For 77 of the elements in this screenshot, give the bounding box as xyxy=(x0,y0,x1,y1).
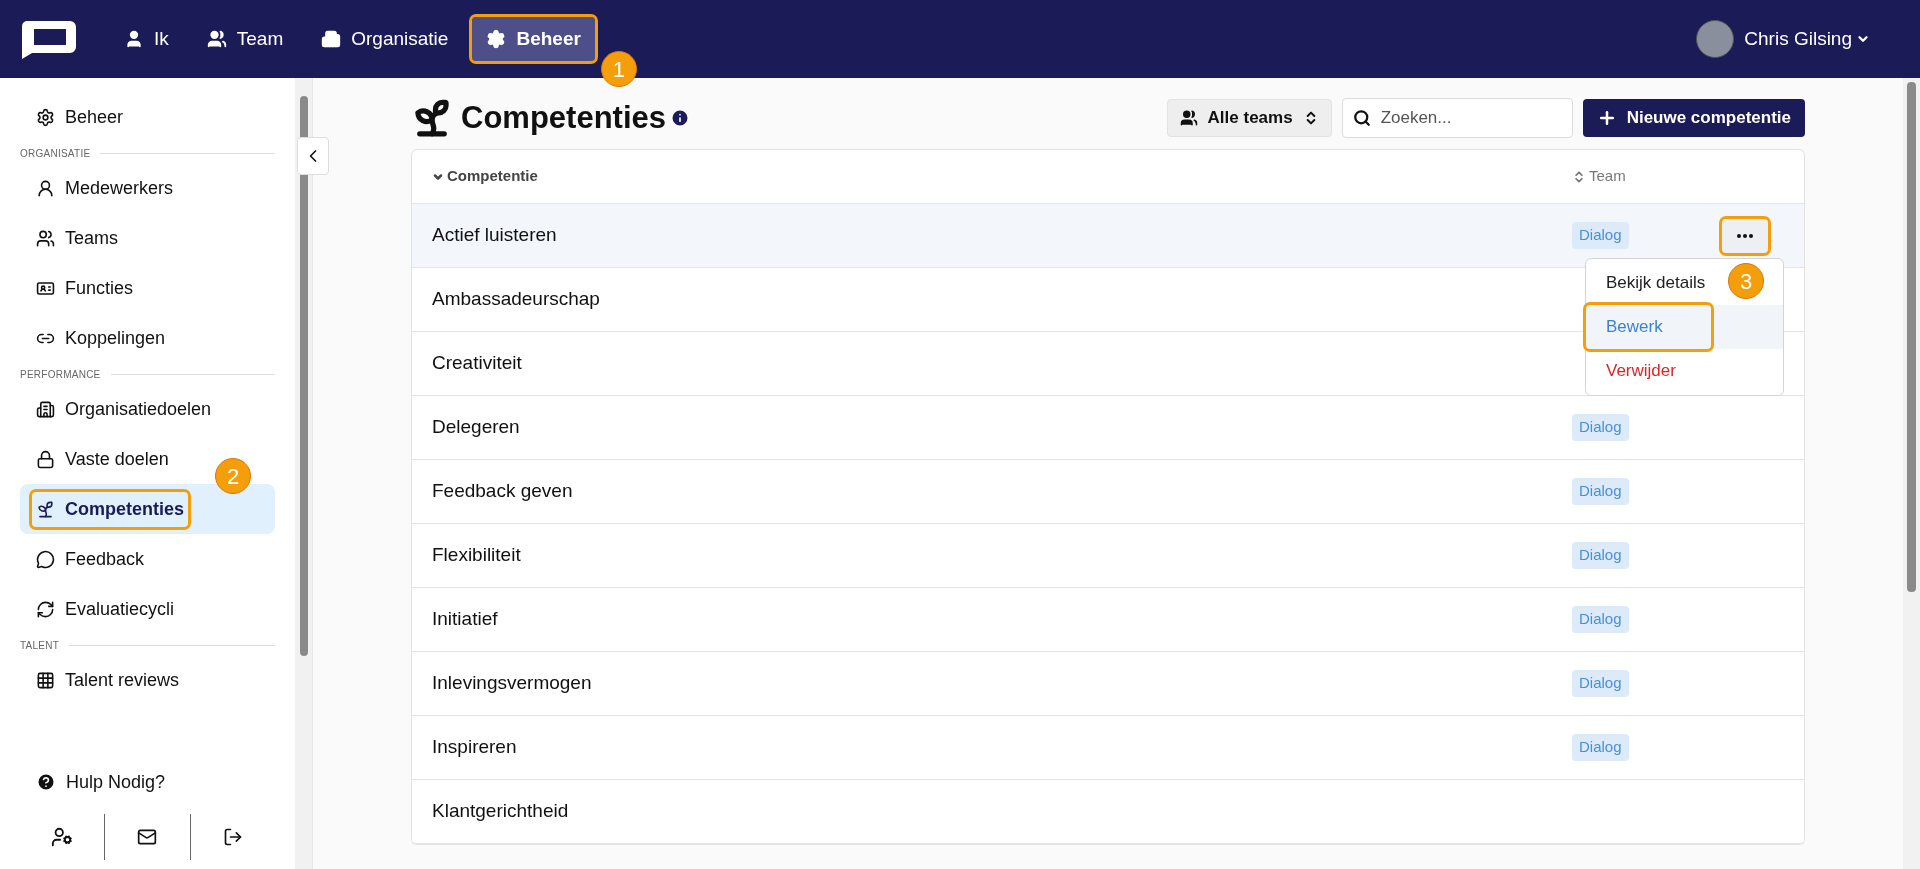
ellipsis-icon xyxy=(1737,233,1753,238)
help-icon xyxy=(36,772,56,792)
section-heading: PERFORMANCE xyxy=(20,368,101,382)
table-row[interactable]: Inlevingsvermogen Dialog xyxy=(412,652,1804,716)
team-tag: Dialog xyxy=(1572,414,1629,441)
team-tag: Dialog xyxy=(1572,222,1629,249)
help-link[interactable]: Hulp Nodig? xyxy=(20,759,182,805)
nav-tab[interactable]: Ik xyxy=(110,17,183,61)
sidebar-item[interactable]: Functies xyxy=(20,263,275,313)
competence-name: Creativiteit xyxy=(432,351,523,376)
page-title: Competenties xyxy=(461,98,666,137)
sidebar-item[interactable]: Feedback xyxy=(20,534,275,584)
competence-name: Inspireren xyxy=(432,735,518,760)
info-icon[interactable] xyxy=(670,108,690,128)
section-heading: TALENT xyxy=(20,639,60,653)
user-menu-button[interactable]: Chris Gilsing xyxy=(1744,24,1870,54)
team-tag: Dialog xyxy=(1572,478,1629,505)
team-filter-dropdown[interactable]: Alle teams xyxy=(1166,99,1332,137)
grid-icon xyxy=(36,670,55,690)
lock-icon xyxy=(36,449,55,469)
table-row[interactable]: Initiatief Dialog xyxy=(412,588,1804,652)
people-icon xyxy=(206,29,227,49)
competence-name: Inlevingsvermogen xyxy=(432,671,593,696)
sidebar-item[interactable]: Evaluatiecycli xyxy=(20,584,275,634)
competence-name: Klantgerichtheid xyxy=(432,799,570,824)
scrollbar[interactable] xyxy=(1903,78,1920,869)
competence-name: Initiatief xyxy=(432,607,499,632)
sidebar-item[interactable]: Beheer xyxy=(20,92,275,142)
nav-tab[interactable]: Beheer xyxy=(472,17,595,61)
gear-icon xyxy=(486,29,507,49)
menu-item[interactable]: Verwijder xyxy=(1586,349,1696,393)
sort-arrows-icon xyxy=(1572,169,1586,184)
step-number-badge: 2 xyxy=(215,458,251,494)
person-icon xyxy=(124,29,144,49)
table-row[interactable]: Inspireren Dialog xyxy=(412,716,1804,780)
mail-icon xyxy=(137,827,158,847)
table-row[interactable]: Klantgerichtheid xyxy=(412,780,1804,844)
team-tag: Dialog xyxy=(1572,606,1629,633)
new-competence-button[interactable]: Nieuwe competentie xyxy=(1582,99,1805,137)
sidebar-item[interactable]: Organisatiedoelen xyxy=(20,384,275,434)
sidebar-item[interactable]: Talent reviews xyxy=(20,655,275,705)
step-number-badge: 3 xyxy=(1728,263,1764,299)
competence-name: Ambassadeurschap xyxy=(432,287,601,312)
people-icon xyxy=(1179,109,1198,127)
sprout-icon xyxy=(36,499,55,519)
section-heading: ORGANISATIE xyxy=(20,147,91,161)
sidebar-item[interactable]: Competenties xyxy=(20,484,275,534)
competence-name: Delegeren xyxy=(432,415,521,440)
avatar-photo-placeholder[interactable] xyxy=(1696,20,1735,58)
search-icon xyxy=(1352,109,1371,127)
sidebar-item[interactable]: Teams xyxy=(20,213,275,263)
speech-bubble-icon xyxy=(36,549,55,569)
table-row[interactable]: Delegeren Dialog xyxy=(412,396,1804,460)
nav-tab[interactable]: Team xyxy=(192,17,298,61)
refresh-icon xyxy=(36,599,55,619)
column-header[interactable]: Competentie xyxy=(432,165,1572,188)
competence-name: Feedback geven xyxy=(432,479,574,504)
step-number-badge: 1 xyxy=(600,51,637,87)
team-tag: Dialog xyxy=(1572,542,1629,569)
team-tag: Dialog xyxy=(1572,734,1629,761)
competence-name: Flexibiliteit xyxy=(432,543,522,568)
search-field[interactable]: Zoeken... xyxy=(1341,98,1573,138)
person-icon xyxy=(36,178,55,198)
logout-icon xyxy=(222,827,243,847)
table-row[interactable]: Flexibiliteit Dialog xyxy=(412,524,1804,588)
sidebar-item[interactable]: Koppelingen xyxy=(20,313,275,363)
user-gear-icon xyxy=(51,826,74,848)
team-tag: Dialog xyxy=(1572,670,1629,697)
more-button[interactable] xyxy=(1722,218,1768,253)
column-header[interactable]: Team xyxy=(1572,165,1692,188)
competence-name: Actief luisteren xyxy=(432,223,558,248)
gear-icon xyxy=(36,107,55,127)
scrollbar[interactable] xyxy=(295,78,312,869)
table-row[interactable]: Feedback geven Dialog xyxy=(412,460,1804,524)
nav-tab[interactable]: Organisatie xyxy=(307,17,463,61)
people-icon xyxy=(36,228,55,248)
sidebar-item[interactable]: Medewerkers xyxy=(20,163,275,213)
